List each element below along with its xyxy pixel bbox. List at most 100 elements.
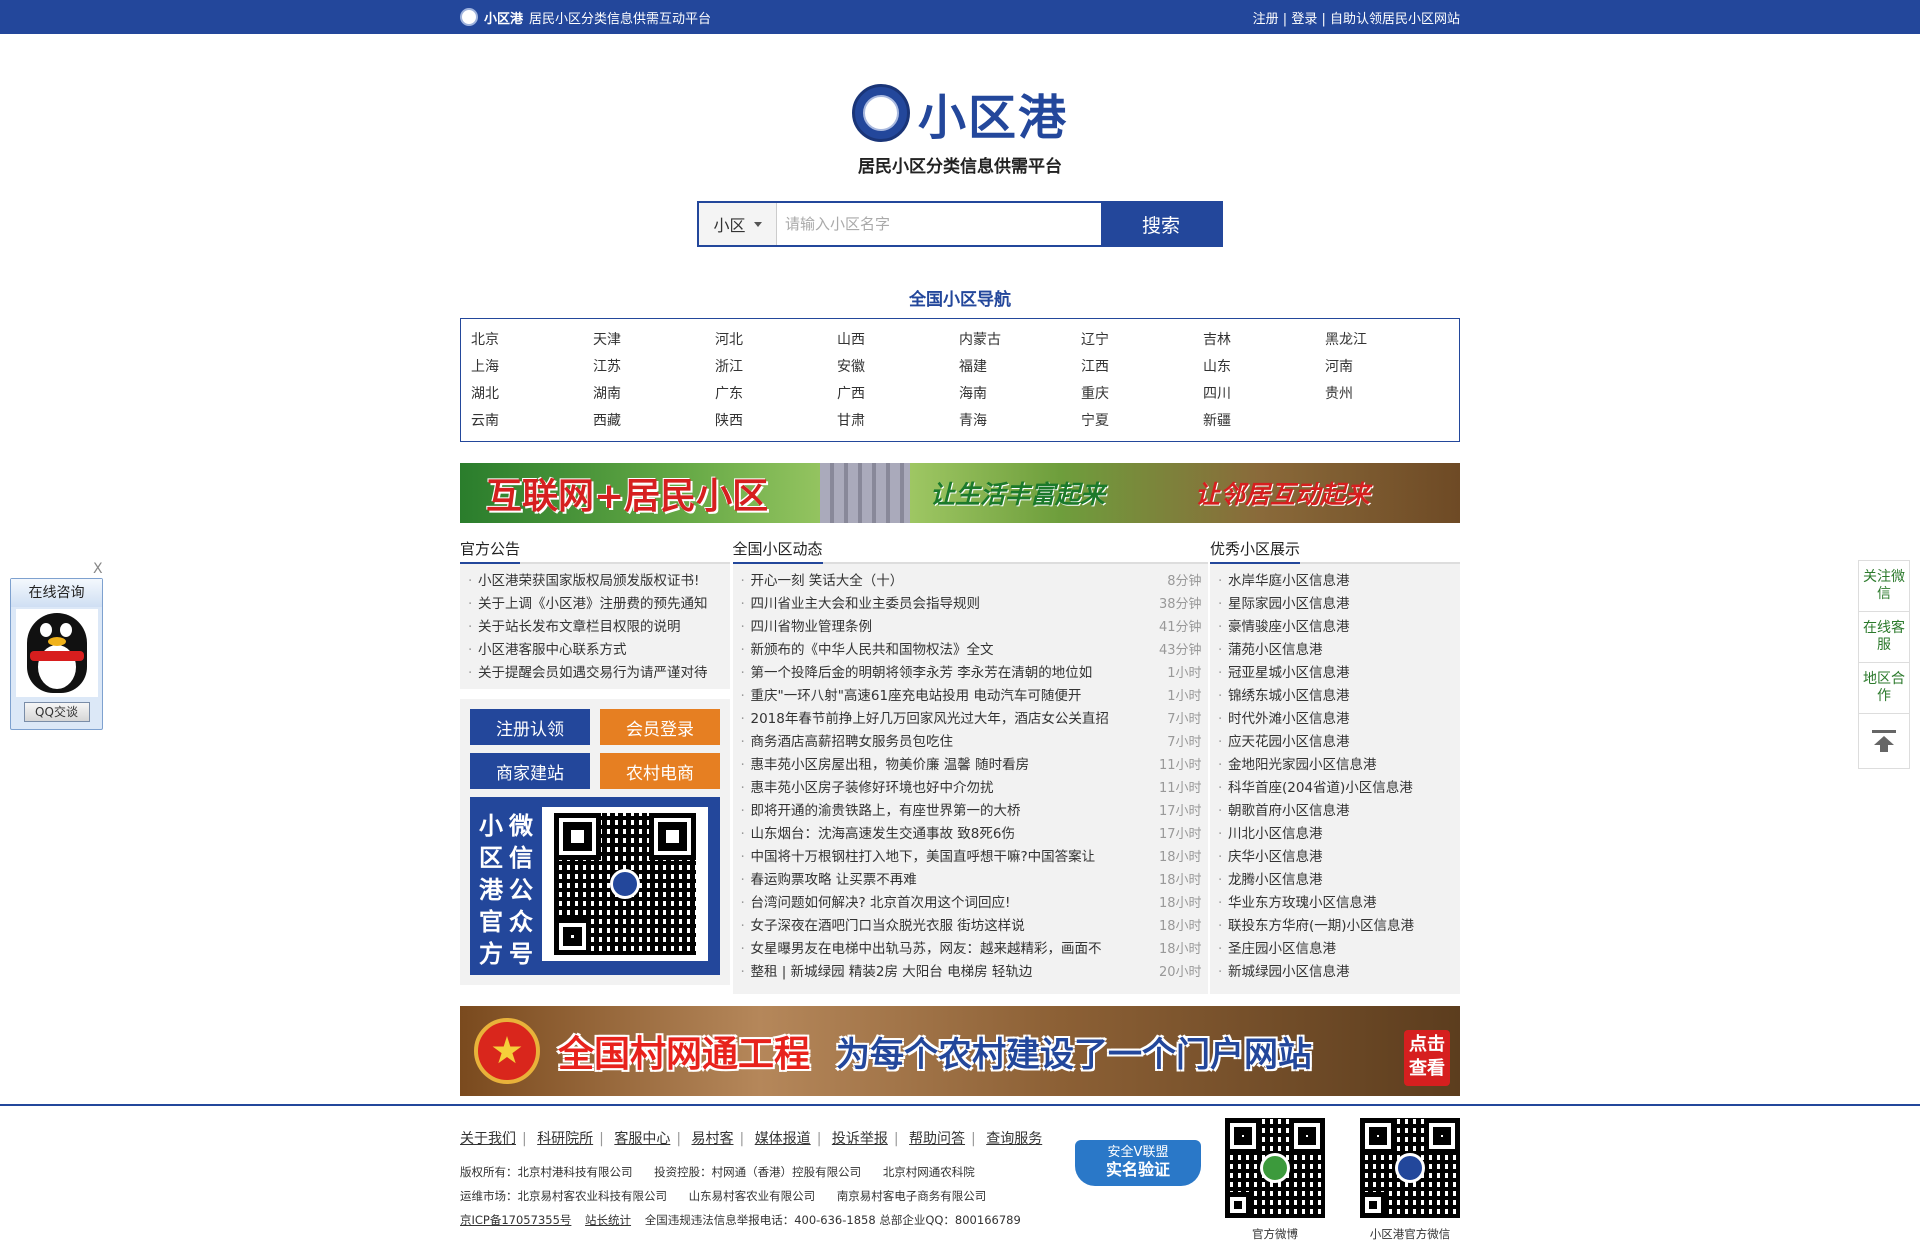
province-link[interactable]: 贵州 (1325, 381, 1447, 408)
showcase-item[interactable]: 新城绿园小区信息港 (1210, 961, 1460, 984)
village-network-banner[interactable]: 全国村网通工程 为每个农村建设了一个门户网站 点击 查看 (460, 1006, 1460, 1096)
province-link[interactable]: 黑龙江 (1325, 327, 1447, 354)
province-link[interactable]: 吉林 (1203, 327, 1325, 354)
news-item[interactable]: 惠丰苑小区房子装修好环境也好中介勿扰 11小时 (733, 777, 1208, 800)
footer-link-yicunke[interactable]: 易村客 (692, 1131, 734, 1147)
news-item[interactable]: 四川省物业管理条例 41分钟 (733, 616, 1208, 639)
province-link[interactable]: 西藏 (593, 408, 715, 435)
province-link[interactable]: 上海 (471, 354, 593, 381)
search-button[interactable]: 搜索 (1101, 203, 1221, 245)
showcase-item[interactable]: 水岸华庭小区信息港 (1210, 570, 1460, 593)
login-link[interactable]: 登录 (1291, 12, 1317, 27)
showcase-item[interactable]: 豪情骏座小区信息港 (1210, 616, 1460, 639)
footer-link-about[interactable]: 关于我们 (460, 1131, 516, 1147)
showcase-item[interactable]: 应天花园小区信息港 (1210, 731, 1460, 754)
banner2-view-button[interactable]: 点击 查看 (1404, 1030, 1450, 1086)
province-link[interactable]: 浙江 (715, 354, 837, 381)
province-link[interactable]: 海南 (959, 381, 1081, 408)
province-link[interactable]: 福建 (959, 354, 1081, 381)
province-link[interactable]: 广西 (837, 381, 959, 408)
showcase-item[interactable]: 川北小区信息港 (1210, 823, 1460, 846)
showcase-item[interactable]: 科华首座(204省道)小区信息港 (1210, 777, 1460, 800)
footer-link-research[interactable]: 科研院所 (537, 1131, 593, 1147)
news-item[interactable]: 台湾问题如何解决? 北京首次用这个词回应! 18小时 (733, 892, 1208, 915)
province-link[interactable]: 湖南 (593, 381, 715, 408)
news-item[interactable]: 商务酒店高薪招聘女服务员包吃住 7小时 (733, 731, 1208, 754)
news-item[interactable]: 女星曝男友在电梯中出轨马苏，网友：越来越精彩，画面不 18小时 (733, 938, 1208, 961)
province-link[interactable]: 北京 (471, 327, 593, 354)
province-link[interactable]: 江西 (1081, 354, 1203, 381)
province-link[interactable]: 内蒙古 (959, 327, 1081, 354)
province-link[interactable]: 陕西 (715, 408, 837, 435)
showcase-item[interactable]: 圣庄园小区信息港 (1210, 938, 1460, 961)
news-item[interactable]: 开心一刻 笑话大全（十） 8分钟 (733, 570, 1208, 593)
announcement-item[interactable]: 关于上调《小区港》注册费的预先通知 (460, 593, 730, 616)
member-login-button[interactable]: 会员登录 (600, 709, 720, 745)
announcement-item[interactable]: 关于站长发布文章栏目权限的说明 (460, 616, 730, 639)
province-link[interactable]: 湖北 (471, 381, 593, 408)
rural-ecommerce-button[interactable]: 农村电商 (600, 753, 720, 789)
footer-link-media[interactable]: 媒体报道 (755, 1131, 811, 1147)
showcase-item[interactable]: 蒲苑小区信息港 (1210, 639, 1460, 662)
province-link[interactable]: 青海 (959, 408, 1081, 435)
showcase-item[interactable]: 朝歌首府小区信息港 (1210, 800, 1460, 823)
announcement-item[interactable]: 关于提醒会员如遇交易行为请严谨对待 (460, 662, 730, 685)
announcement-item[interactable]: 小区港荣获国家版权局颁发版权证书! (460, 570, 730, 593)
close-icon[interactable]: X (93, 561, 103, 577)
back-to-top-button[interactable] (1859, 714, 1909, 768)
showcase-item[interactable]: 时代外滩小区信息港 (1210, 708, 1460, 731)
province-link[interactable]: 辽宁 (1081, 327, 1203, 354)
announcement-item[interactable]: 小区港客服中心联系方式 (460, 639, 730, 662)
showcase-item[interactable]: 庆华小区信息港 (1210, 846, 1460, 869)
register-link[interactable]: 注册 (1253, 12, 1279, 27)
verification-badge[interactable]: 安全V联盟 实名验证 (1075, 1140, 1201, 1198)
logo-title[interactable]: 小区港 (918, 78, 1068, 148)
merchant-site-button[interactable]: 商家建站 (470, 753, 590, 789)
regional-partner-button[interactable]: 地区合作 (1859, 663, 1909, 714)
news-item[interactable]: 2018年春节前挣上好几万回家风光过大年，酒店女公关直招 7小时 (733, 708, 1208, 731)
news-item[interactable]: 中国将十万根钢柱打入地下，美国直呼想干嘛?中国答案让 18小时 (733, 846, 1208, 869)
province-link[interactable]: 云南 (471, 408, 593, 435)
province-link[interactable]: 安徽 (837, 354, 959, 381)
stats-link[interactable]: 站长统计 (585, 1213, 631, 1227)
online-service-button[interactable]: 在线客服 (1859, 612, 1909, 663)
province-link[interactable]: 甘肃 (837, 408, 959, 435)
province-link[interactable]: 天津 (593, 327, 715, 354)
news-item[interactable]: 山东烟台：沈海高速发生交通事故 致8死6伤 17小时 (733, 823, 1208, 846)
claim-site-link[interactable]: 自助认领居民小区网站 (1330, 12, 1460, 27)
follow-wechat-button[interactable]: 关注微信 (1859, 561, 1909, 612)
qq-chat-button[interactable]: QQ交谈 (23, 702, 90, 722)
footer-link-query[interactable]: 查询服务 (986, 1131, 1042, 1147)
news-item[interactable]: 新颁布的《中华人民共和国物权法》全文 43分钟 (733, 639, 1208, 662)
news-item[interactable]: 春运购票攻略 让买票不再难 18小时 (733, 869, 1208, 892)
footer-link-help[interactable]: 帮助问答 (909, 1131, 965, 1147)
showcase-item[interactable]: 冠亚星城小区信息港 (1210, 662, 1460, 685)
footer-link-complaint[interactable]: 投诉举报 (832, 1131, 888, 1147)
news-item[interactable]: 四川省业主大会和业主委员会指导规则 38分钟 (733, 593, 1208, 616)
showcase-item[interactable]: 华业东方玫瑰小区信息港 (1210, 892, 1460, 915)
province-link[interactable]: 广东 (715, 381, 837, 408)
province-link[interactable]: 河北 (715, 327, 837, 354)
showcase-item[interactable]: 金地阳光家园小区信息港 (1210, 754, 1460, 777)
search-input[interactable] (777, 203, 1101, 245)
showcase-item[interactable]: 锦绣东城小区信息港 (1210, 685, 1460, 708)
footer-link-service[interactable]: 客服中心 (614, 1131, 670, 1147)
province-link[interactable]: 山东 (1203, 354, 1325, 381)
community-banner[interactable]: 互联网+居民小区 让生活丰富起来 让邻居互动起来 (460, 463, 1460, 523)
icp-link[interactable]: 京ICP备17057355号 (460, 1213, 571, 1227)
search-scope-dropdown[interactable]: 小区 (699, 203, 777, 245)
province-link[interactable]: 山西 (837, 327, 959, 354)
news-item[interactable]: 即将开通的渝贵铁路上，有座世界第一的大桥 17小时 (733, 800, 1208, 823)
news-item[interactable]: 整租 | 新城绿园 精装2房 大阳台 电梯房 轻轨边 20小时 (733, 961, 1208, 984)
news-item[interactable]: 第一个投降后金的明朝将领李永芳 李永芳在清朝的地位如 1小时 (733, 662, 1208, 685)
province-link[interactable]: 重庆 (1081, 381, 1203, 408)
province-link[interactable]: 河南 (1325, 354, 1447, 381)
province-link[interactable]: 宁夏 (1081, 408, 1203, 435)
showcase-item[interactable]: 联投东方华府(一期)小区信息港 (1210, 915, 1460, 938)
province-link[interactable]: 江苏 (593, 354, 715, 381)
province-link[interactable]: 新疆 (1203, 408, 1325, 435)
province-link[interactable]: 四川 (1203, 381, 1325, 408)
news-item[interactable]: 惠丰苑小区房屋出租，物美价廉 温馨 随时看房 11小时 (733, 754, 1208, 777)
showcase-item[interactable]: 龙腾小区信息港 (1210, 869, 1460, 892)
showcase-item[interactable]: 星际家园小区信息港 (1210, 593, 1460, 616)
